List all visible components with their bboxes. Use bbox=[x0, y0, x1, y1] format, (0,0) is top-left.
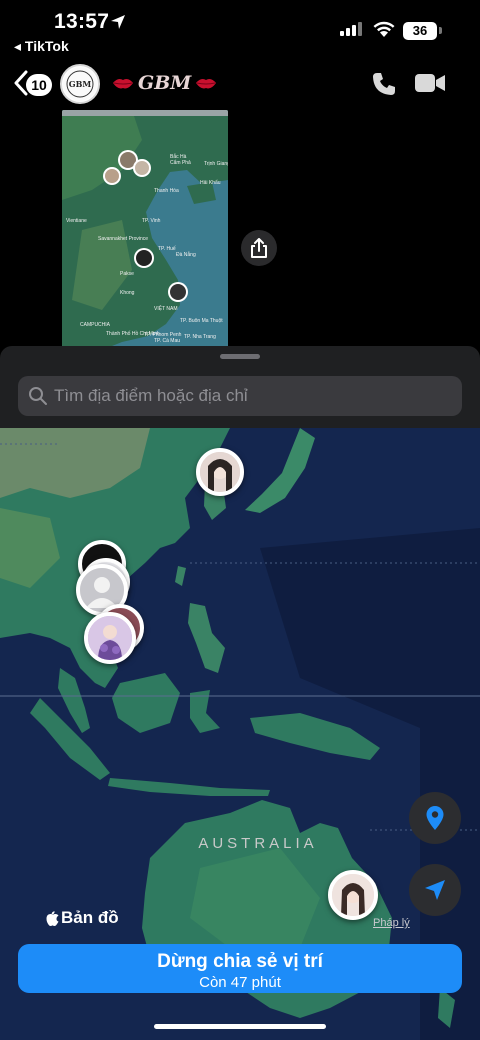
preview-map-label: Savannakhet Province bbox=[98, 236, 148, 242]
preview-map-label: Pakse bbox=[120, 271, 134, 277]
legal-link[interactable]: Pháp lý bbox=[373, 917, 410, 929]
location-pin-icon bbox=[426, 806, 444, 830]
preview-map-label: Bắc Hà bbox=[170, 153, 187, 160]
chat-title[interactable]: GBM bbox=[112, 72, 217, 94]
share-icon bbox=[251, 238, 267, 258]
preview-map-label: TP. Huế bbox=[158, 246, 176, 252]
preview-map-label: CAMPUCHIA bbox=[80, 322, 111, 328]
search-bar[interactable] bbox=[18, 376, 462, 416]
maps-attribution-text: Bản đồ bbox=[61, 908, 119, 927]
maps-attribution: Bản đồ bbox=[46, 908, 119, 928]
preview-map-label: Khong bbox=[120, 290, 135, 296]
user-avatar-pin[interactable] bbox=[328, 870, 378, 920]
group-avatar[interactable]: GBM bbox=[60, 64, 100, 104]
preview-map-label: TP. Nha Trang bbox=[184, 334, 216, 340]
drop-pin-button[interactable] bbox=[409, 792, 461, 844]
user-avatar-pin[interactable] bbox=[196, 448, 244, 496]
lips-emoji-icon bbox=[196, 79, 217, 89]
chat-title-text: GBM bbox=[138, 72, 192, 94]
current-location-button[interactable] bbox=[409, 864, 461, 916]
preview-map-label: Hải Khẩu bbox=[200, 179, 221, 186]
preview-map-label: Cẩm Phả bbox=[170, 159, 191, 166]
stop-sharing-button[interactable]: Dừng chia sẻ vị trí Còn 47 phút bbox=[18, 944, 462, 993]
battery-tip bbox=[439, 27, 442, 34]
preview-map-label: TP. Vinh bbox=[142, 218, 161, 224]
search-input[interactable] bbox=[48, 376, 462, 416]
location-arrow-icon bbox=[111, 15, 125, 29]
chat-header: 10 GBM GBM bbox=[0, 58, 480, 110]
preview-map-label: TP. Buôn Ma Thuột bbox=[180, 318, 223, 324]
preview-map-label: Vientiane bbox=[66, 218, 87, 224]
preview-map-label: Thành Phố Hồ Chí Minh bbox=[106, 331, 160, 337]
unread-count-badge[interactable]: 10 bbox=[26, 74, 52, 96]
search-icon bbox=[29, 387, 47, 405]
remaining-time-label: Còn 47 phút bbox=[199, 973, 281, 991]
preview-map-label: Trịnh Giang bbox=[204, 161, 228, 167]
preview-map-label: TP. Cà Mau bbox=[154, 338, 180, 344]
preview-map-label: Thanh Hóa bbox=[154, 188, 179, 194]
wifi-icon bbox=[373, 21, 395, 37]
navigation-arrow-icon bbox=[425, 880, 445, 900]
video-camera-icon[interactable] bbox=[414, 72, 446, 94]
back-to-tiktok-link[interactable]: ◂ TikTok bbox=[14, 38, 69, 55]
status-time: 13:57 bbox=[54, 10, 110, 33]
preview-map-label: VIỆT NAM bbox=[154, 304, 178, 312]
sheet-grabber[interactable] bbox=[220, 354, 260, 359]
location-sheet: AUSTRALIA bbox=[0, 346, 480, 1040]
preview-map-label: Đà Nẵng bbox=[176, 251, 196, 258]
region-label-australia: AUSTRALIA bbox=[198, 835, 317, 852]
avatar-lettering: GBM bbox=[69, 79, 92, 89]
shared-location-preview[interactable]: Bắc Hà Cẩm Phả Trịnh Giang Hải Khẩu Thanh Hó… bbox=[62, 110, 228, 350]
battery-indicator: 36 bbox=[403, 22, 437, 40]
apple-logo-icon bbox=[46, 910, 59, 926]
stop-sharing-title: Dừng chia sẻ vị trí bbox=[157, 950, 323, 972]
share-button[interactable] bbox=[241, 230, 277, 266]
user-avatar-pin[interactable] bbox=[84, 612, 136, 664]
status-bar: 13:57 ◂ TikTok 36 bbox=[0, 0, 480, 54]
cellular-signal-icon bbox=[340, 22, 362, 36]
phone-icon[interactable] bbox=[370, 70, 398, 98]
lips-emoji-icon bbox=[113, 79, 133, 89]
home-indicator[interactable] bbox=[154, 1024, 326, 1029]
